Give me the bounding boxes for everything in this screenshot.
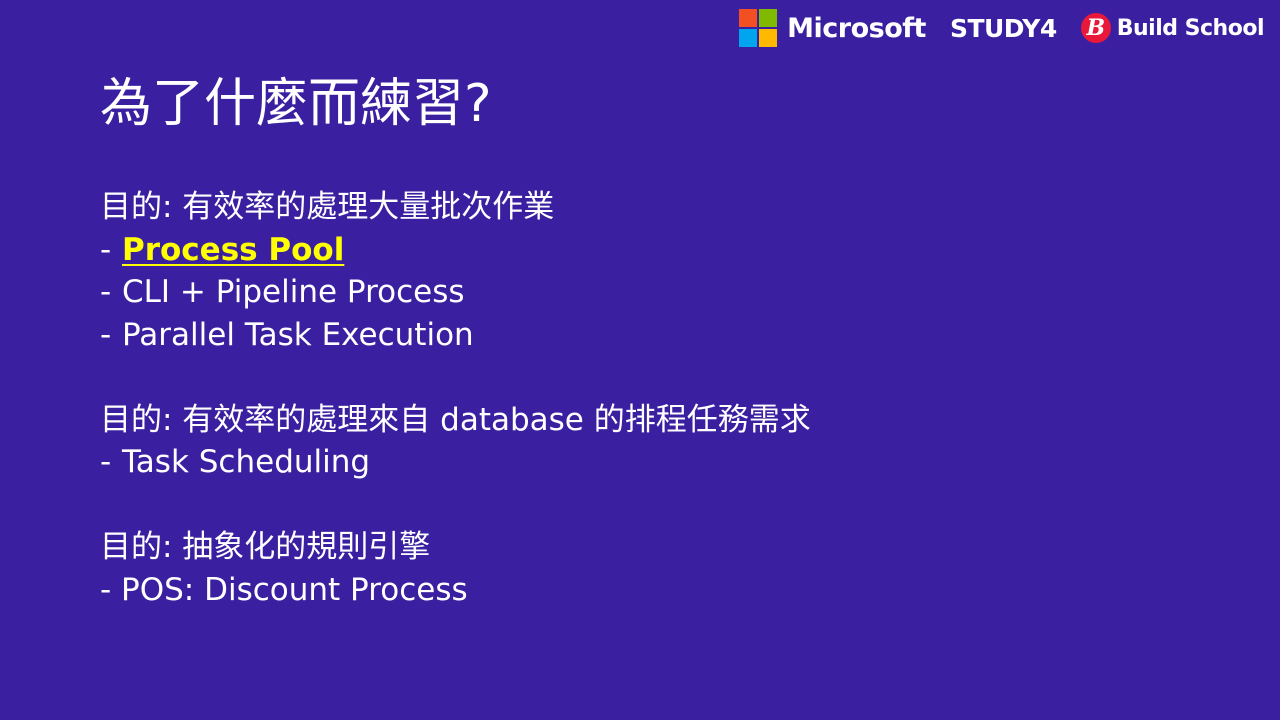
section-heading: 目的: 有效率的處理來自 database 的排程任務需求 (100, 401, 811, 438)
slide: Microsoft STUDY4 B Build School 為了什麼而練習?… (0, 0, 1280, 720)
list-dash: - (100, 444, 112, 480)
sponsor-logos: Microsoft STUDY4 B Build School (739, 8, 1265, 48)
list-item: - Process Pool (100, 229, 1200, 272)
section-heading: 目的: 有效率的處理大量批次作業 (100, 189, 555, 225)
build-school-badge-icon: B (1080, 13, 1111, 43)
microsoft-wordmark: Microsoft (787, 12, 926, 44)
section-heading: 目的: 抽象化的規則引擎 (100, 529, 431, 565)
list-item: - POS: Discount Process (100, 569, 1200, 612)
build-school-wordmark: Build School (1116, 15, 1265, 41)
microsoft-logo: Microsoft (739, 9, 926, 47)
microsoft-yellow-square (759, 29, 778, 47)
list-item: - CLI + Pipeline Process (100, 271, 1200, 314)
list-item-text: Parallel Task Execution (122, 316, 474, 353)
process-pool-link[interactable]: Process Pool (122, 232, 344, 268)
list-dash: - (100, 316, 112, 353)
study4-logo: STUDY4 (949, 13, 1057, 43)
list-item-text: - POS: Discount Process (100, 571, 468, 608)
list-item-text: Task Scheduling (122, 444, 371, 480)
list-item-text: CLI + Pipeline Process (122, 274, 465, 310)
microsoft-red-square (739, 9, 758, 27)
list-dash: - (100, 231, 112, 268)
slide-body: 目的: 有效率的處理大量批次作業 - Process Pool - CLI + Pi… (100, 186, 1200, 611)
list-item: - Parallel Task Execution (100, 314, 1200, 357)
list-dash: - (100, 274, 112, 310)
microsoft-green-square (759, 9, 778, 27)
list-item: - Task Scheduling (100, 441, 1200, 484)
build-school-logo: B Build School (1080, 13, 1265, 43)
microsoft-windows-icon (739, 9, 778, 47)
microsoft-blue-square (739, 29, 758, 47)
slide-title: 為了什麼而練習? (100, 74, 492, 134)
